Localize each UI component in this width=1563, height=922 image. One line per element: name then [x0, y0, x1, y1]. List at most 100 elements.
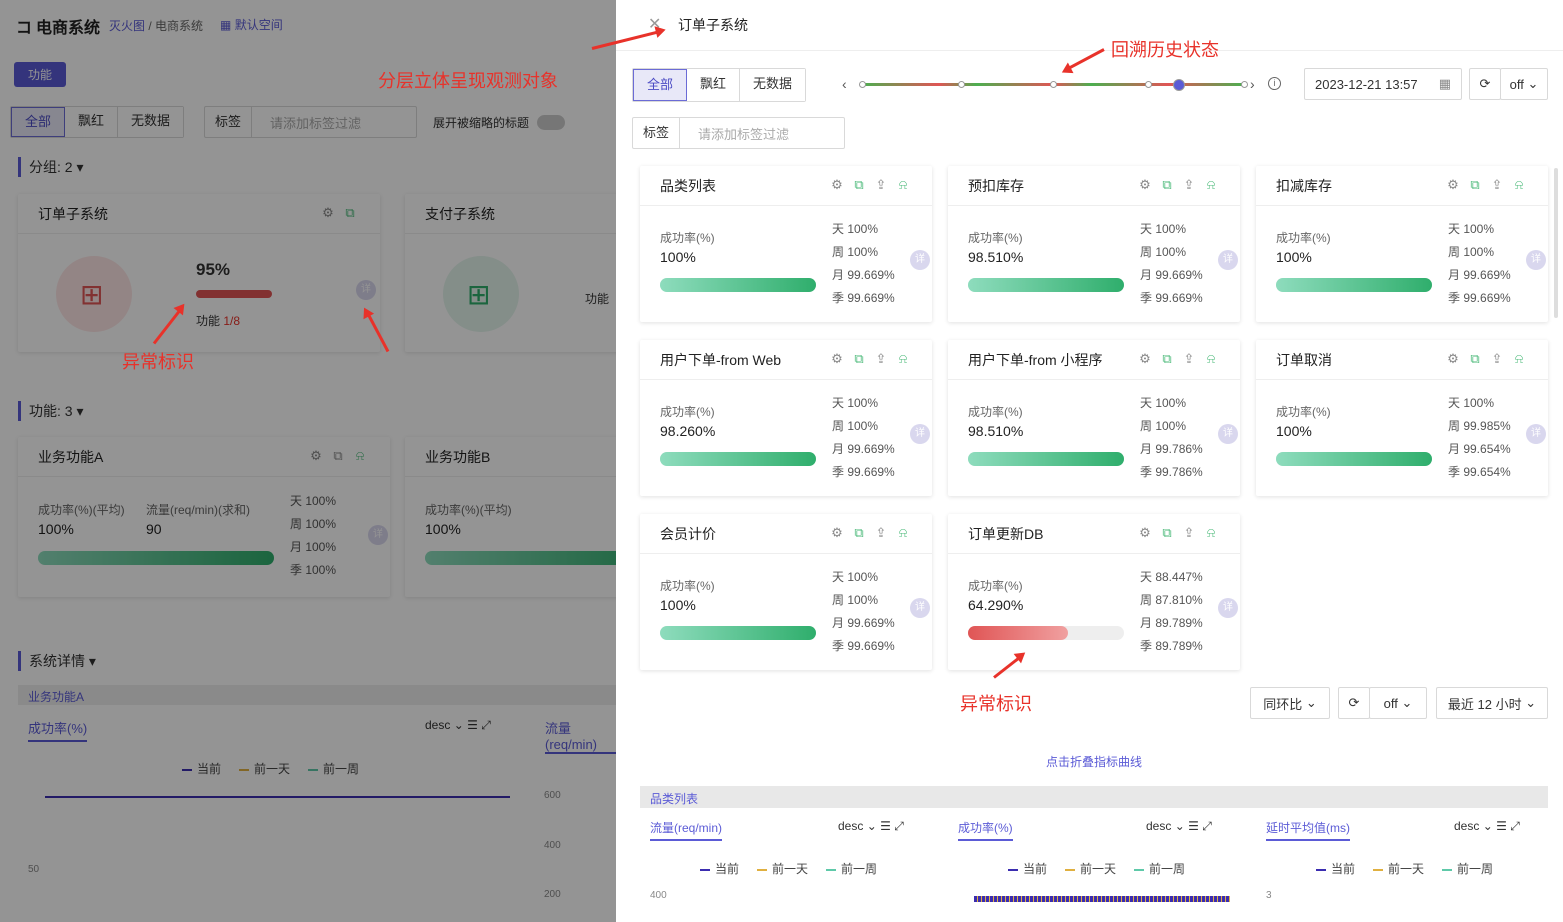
upload-icon[interactable]: ⇪ — [1182, 526, 1196, 540]
timeline-point[interactable] — [957, 81, 965, 88]
timeline-point[interactable] — [1240, 81, 1248, 88]
metric-card[interactable]: 订单取消 ⚙ ⧉ ⇪ ⍾ 成功率(%) 100% 天 100% 周 99.985%… — [1256, 340, 1548, 496]
metric-label: 成功率(%) — [1276, 231, 1331, 245]
side-panel: ✕ 订单子系统 全部 飘红 无数据 ‹ › i 2023-12-21 13:57… — [616, 0, 1563, 922]
alarm-icon[interactable]: ⍾ — [1512, 352, 1526, 366]
tab-red[interactable]: 飘红 — [687, 69, 741, 101]
metric-card[interactable]: 预扣库存 ⚙ ⧉ ⇪ ⍾ 成功率(%) 98.510% 天 100% 周 100%… — [948, 166, 1240, 322]
metric-value: 98.510% — [968, 423, 1024, 439]
sort-select[interactable]: desc ⌄ ☰ ⤢ — [1454, 819, 1520, 834]
filter-icon[interactable]: ☰ — [1496, 819, 1507, 833]
copy-icon[interactable]: ⧉ — [1160, 352, 1174, 366]
alarm-icon[interactable]: ⍾ — [1204, 526, 1218, 540]
copy-icon[interactable]: ⧉ — [1160, 178, 1174, 192]
metric-card[interactable]: 会员计价 ⚙ ⧉ ⇪ ⍾ 成功率(%) 100% 天 100% 周 100% 月 … — [640, 514, 932, 670]
success-bar — [660, 626, 816, 640]
upload-icon[interactable]: ⇪ — [874, 178, 888, 192]
detail-icon[interactable]: 详 — [910, 598, 930, 618]
upload-icon[interactable]: ⇪ — [874, 526, 888, 540]
detail-icon[interactable]: 详 — [1526, 250, 1546, 270]
metric-value: 100% — [660, 249, 696, 265]
metric-card[interactable]: 用户下单-from Web ⚙ ⧉ ⇪ ⍾ 成功率(%) 98.260% 天 1… — [640, 340, 932, 496]
sort-select[interactable]: desc ⌄ ☰ ⤢ — [1146, 819, 1212, 834]
upload-icon[interactable]: ⇪ — [1490, 178, 1504, 192]
gear-icon[interactable]: ⚙ — [1138, 526, 1152, 540]
metric-card[interactable]: 扣减库存 ⚙ ⧉ ⇪ ⍾ 成功率(%) 100% 天 100% 周 100% 月 … — [1256, 166, 1548, 322]
collapse-link[interactable]: 点击折叠指标曲线 — [1046, 753, 1142, 770]
metric-card[interactable]: 用户下单-from 小程序 ⚙ ⧉ ⇪ ⍾ 成功率(%) 98.510% 天 1… — [948, 340, 1240, 496]
alarm-icon[interactable]: ⍾ — [1204, 178, 1218, 192]
expand-icon[interactable]: ⤢ — [1510, 819, 1520, 833]
tab-all[interactable]: 全部 — [633, 69, 688, 101]
gear-icon[interactable]: ⚙ — [830, 526, 844, 540]
detail-icon[interactable]: 详 — [1218, 424, 1238, 444]
copy-icon[interactable]: ⧉ — [852, 352, 866, 366]
expand-icon[interactable]: ⤢ — [894, 819, 904, 833]
alarm-icon[interactable]: ⍾ — [896, 178, 910, 192]
upload-icon[interactable]: ⇪ — [1182, 352, 1196, 366]
copy-icon[interactable]: ⧉ — [852, 526, 866, 540]
detail-icon[interactable]: 详 — [1218, 598, 1238, 618]
panel-tag-filter[interactable]: 标签 请添加标签过滤 — [632, 117, 845, 149]
copy-icon[interactable]: ⧉ — [1468, 178, 1482, 192]
chart-tab[interactable]: 流量(req/min) — [650, 819, 723, 841]
expand-icon[interactable]: ⤢ — [1202, 819, 1212, 833]
gear-icon[interactable]: ⚙ — [1446, 352, 1460, 366]
timeline-point-selected[interactable] — [1173, 78, 1186, 91]
compare-select[interactable]: 同环比 ⌄ — [1250, 687, 1330, 719]
chart-tab[interactable]: 成功率(%) — [958, 819, 1013, 841]
timeline-point[interactable] — [1145, 81, 1152, 88]
refresh-mode-select[interactable]: off ⌄ — [1500, 68, 1548, 100]
detail-icon[interactable]: 详 — [1526, 424, 1546, 444]
metric-value: 98.260% — [660, 423, 716, 439]
sort-select[interactable]: desc ⌄ ☰ ⤢ — [838, 819, 904, 834]
refresh-icon[interactable]: ⟳ — [1469, 68, 1501, 100]
filter-icon[interactable]: ☰ — [1188, 819, 1199, 833]
gear-icon[interactable]: ⚙ — [1138, 352, 1152, 366]
gear-icon[interactable]: ⚙ — [830, 352, 844, 366]
upload-icon[interactable]: ⇪ — [874, 352, 888, 366]
info-icon[interactable]: i — [1268, 77, 1281, 90]
metric-label: 成功率(%) — [968, 405, 1023, 419]
annotation-abnormal-left: 异常标识 — [122, 352, 194, 372]
scrollbar[interactable] — [1554, 168, 1558, 318]
refresh-icon[interactable]: ⟳ — [1338, 687, 1370, 719]
metric-label: 成功率(%) — [660, 231, 715, 245]
period-stats: 天 100% 周 100% 月 99.669% 季 99.669% — [832, 570, 895, 653]
time-range-select[interactable]: 最近 12 小时 ⌄ — [1436, 687, 1548, 719]
upload-icon[interactable]: ⇪ — [1490, 352, 1504, 366]
alarm-icon[interactable]: ⍾ — [896, 352, 910, 366]
chart-legend: 当前 前一天 前一周 — [1316, 860, 1493, 877]
alarm-icon[interactable]: ⍾ — [896, 526, 910, 540]
chevron-right-icon[interactable]: › — [1250, 76, 1255, 92]
copy-icon[interactable]: ⧉ — [852, 178, 866, 192]
datetime-picker[interactable]: 2023-12-21 13:57 ▦ — [1304, 68, 1462, 100]
gear-icon[interactable]: ⚙ — [830, 178, 844, 192]
alarm-icon[interactable]: ⍾ — [1204, 352, 1218, 366]
refresh-mode-select[interactable]: off ⌄ — [1369, 687, 1427, 719]
chart-legend: 当前 前一天 前一周 — [700, 860, 877, 877]
metric-card[interactable]: 订单更新DB ⚙ ⧉ ⇪ ⍾ 成功率(%) 64.290% 天 88.447% 周… — [948, 514, 1240, 670]
success-bar — [968, 626, 1124, 640]
success-bar — [968, 452, 1124, 466]
chart-tab[interactable]: 延时平均值(ms) — [1266, 819, 1350, 841]
timeline-point[interactable] — [1049, 81, 1057, 88]
copy-icon[interactable]: ⧉ — [1468, 352, 1482, 366]
metric-card[interactable]: 品类列表 ⚙ ⧉ ⇪ ⍾ 成功率(%) 100% 天 100% 周 100% 月 … — [640, 166, 932, 322]
tab-nodata[interactable]: 无数据 — [740, 69, 806, 101]
detail-icon[interactable]: 详 — [1218, 250, 1238, 270]
timeline-point[interactable] — [858, 81, 866, 88]
period-stats: 天 100% 周 100% 月 99.669% 季 99.669% — [832, 396, 895, 479]
detail-icon[interactable]: 详 — [910, 424, 930, 444]
modal-overlay[interactable] — [0, 0, 616, 922]
metric-value: 100% — [660, 597, 696, 613]
chevron-left-icon[interactable]: ‹ — [842, 76, 847, 92]
upload-icon[interactable]: ⇪ — [1182, 178, 1196, 192]
detail-icon[interactable]: 详 — [910, 250, 930, 270]
gear-icon[interactable]: ⚙ — [1138, 178, 1152, 192]
copy-icon[interactable]: ⧉ — [1160, 526, 1174, 540]
gear-icon[interactable]: ⚙ — [1446, 178, 1460, 192]
alarm-icon[interactable]: ⍾ — [1512, 178, 1526, 192]
detail-bar[interactable]: 品类列表 — [640, 786, 1548, 808]
filter-icon[interactable]: ☰ — [880, 819, 891, 833]
